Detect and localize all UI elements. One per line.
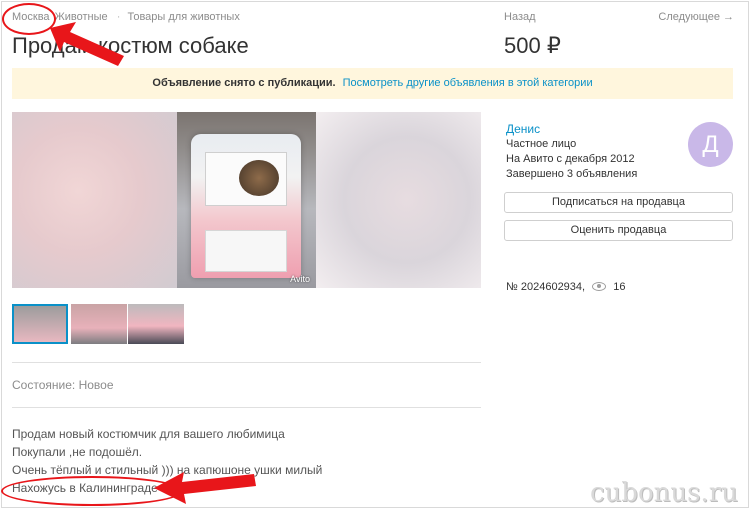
next-link[interactable]: Следующее →	[658, 11, 734, 23]
thumbnail-1[interactable]	[12, 304, 68, 344]
condition-value: Новое	[78, 378, 114, 392]
listing-meta: № 2024602934, 16	[506, 281, 625, 293]
thumbnail-2[interactable]	[71, 304, 127, 344]
subscribe-button[interactable]: Подписаться на продавца	[504, 192, 733, 213]
banner-category-link[interactable]: Посмотреть другие объявления в этой кате…	[343, 77, 593, 89]
photo-blur-left	[12, 112, 177, 288]
photo-blur-right	[316, 112, 481, 288]
seller-since: На Авито с декабря 2012	[506, 153, 635, 165]
avito-watermark: Avito	[290, 274, 310, 284]
annotation-arrow-bottom	[154, 472, 256, 504]
site-watermark: cubonus.ru	[590, 478, 738, 508]
eye-icon	[592, 282, 607, 291]
divider	[12, 362, 481, 363]
unpublished-banner: Объявление снято с публикации. Посмотрет…	[12, 68, 733, 99]
banner-text: Объявление снято с публикации.	[152, 77, 336, 89]
listing-price: 500 ₽	[504, 33, 561, 58]
thumbnail-3[interactable]	[128, 304, 184, 344]
divider	[12, 407, 481, 408]
back-link[interactable]: Назад	[504, 11, 536, 23]
seller-completed: Завершено 3 объявления	[506, 168, 638, 180]
breadcrumb-pet-goods[interactable]: Товары для животных	[127, 11, 239, 23]
avatar[interactable]: Д	[688, 122, 733, 167]
seller-type: Частное лицо	[506, 138, 577, 150]
ad-number: № 2024602934,	[506, 281, 586, 293]
main-photo[interactable]: Avito	[12, 112, 481, 288]
description-line: Покупали ,не подошёл.	[12, 445, 143, 459]
condition: Состояние: Новое	[12, 378, 114, 392]
description-line: Продам новый костюмчик для вашего любими…	[12, 427, 285, 441]
condition-label: Состояние:	[12, 378, 76, 392]
rate-seller-button[interactable]: Оценить продавца	[504, 220, 733, 241]
dog-picture	[239, 160, 279, 196]
product-photo: Avito	[177, 112, 316, 288]
package-label	[205, 230, 287, 272]
seller-name[interactable]: Денис	[506, 122, 540, 136]
view-count: 16	[613, 281, 626, 293]
annotation-arrow-top	[50, 22, 124, 66]
